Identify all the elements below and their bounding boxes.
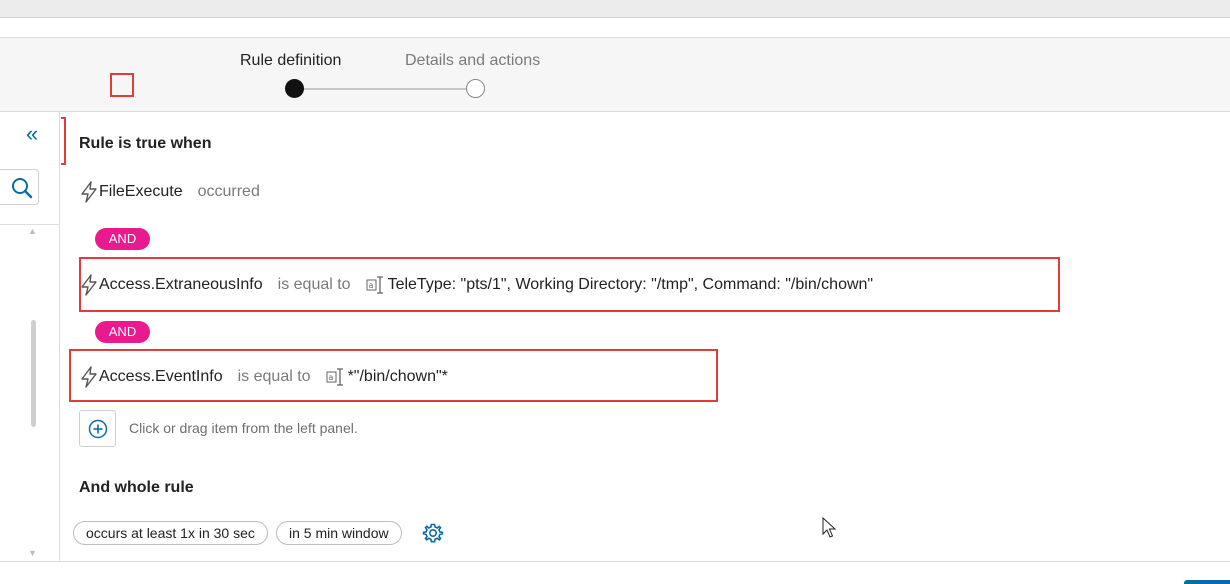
step-rule-definition[interactable]: Rule definition	[240, 52, 341, 70]
primary-button-edge[interactable]	[1184, 580, 1230, 584]
search-icon	[12, 178, 33, 199]
step-indicator-inactive[interactable]	[466, 79, 485, 98]
plus-circle-icon	[88, 419, 108, 439]
lightning-icon	[81, 181, 97, 203]
highlight-bar	[61, 117, 66, 165]
scrollbar-thumb[interactable]	[31, 320, 36, 427]
top-strip	[0, 18, 1230, 38]
step-details-and-actions[interactable]: Details and actions	[405, 52, 540, 70]
occurrence-pill[interactable]: occurs at least 1x in 30 sec	[73, 521, 268, 545]
condition-row-1[interactable]: FileExecute occurred	[80, 181, 275, 203]
wizard-header	[0, 38, 1230, 112]
scroll-up-arrow-icon[interactable]: ▲	[28, 226, 37, 236]
browser-top-bar	[0, 0, 1230, 18]
condition-operator[interactable]: occurred	[198, 183, 260, 201]
scroll-down-arrow-icon[interactable]: ▼	[28, 548, 37, 558]
and-connector-badge[interactable]: AND	[95, 321, 150, 343]
bottom-divider	[0, 561, 1230, 562]
add-condition-button[interactable]	[79, 410, 116, 447]
mouse-cursor-icon	[822, 517, 836, 538]
window-pill[interactable]: in 5 min window	[276, 521, 402, 545]
left-panel-divider	[0, 224, 59, 225]
whole-rule-heading: And whole rule	[79, 479, 194, 496]
search-button[interactable]	[0, 169, 39, 205]
condition-field[interactable]: FileExecute	[99, 183, 183, 201]
step-connector	[300, 88, 470, 90]
double-chevron-left-icon[interactable]: «	[26, 123, 38, 145]
rule-true-when-heading: Rule is true when	[79, 135, 212, 152]
gear-icon[interactable]	[422, 522, 444, 544]
highlight-box-condition-3	[69, 349, 718, 402]
add-condition-hint: Click or drag item from the left panel.	[129, 420, 358, 436]
and-connector-badge[interactable]: AND	[95, 228, 150, 250]
highlight-box-condition-2	[79, 257, 1060, 312]
highlight-square	[110, 73, 134, 97]
step-indicator-active[interactable]	[285, 79, 304, 98]
